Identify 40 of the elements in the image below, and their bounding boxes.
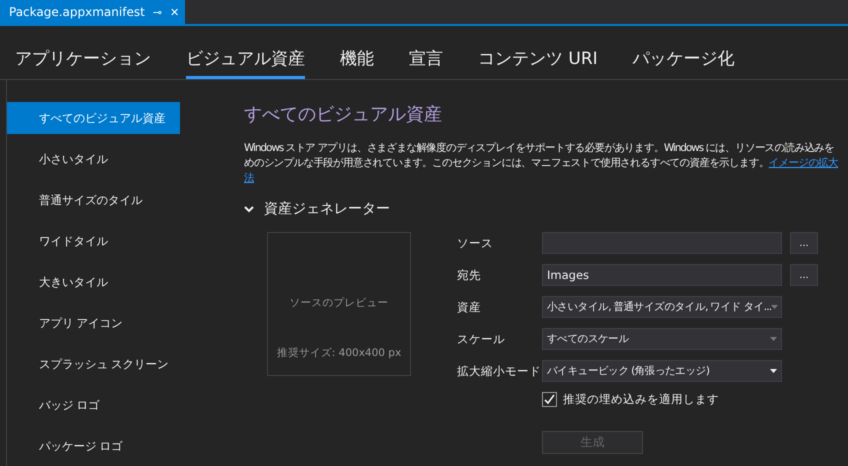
browse-button[interactable]: ... xyxy=(790,264,818,286)
document-tab[interactable]: Package.appxmanifest ⊸ ✕ xyxy=(0,0,186,24)
field-label: 宛先 xyxy=(457,268,482,282)
tab[interactable]: 宣言 xyxy=(409,47,443,79)
text-field[interactable]: Images xyxy=(542,264,782,286)
size-hint: 推奨サイズ: 400x400 px xyxy=(276,346,402,360)
help-link[interactable]: 法 xyxy=(244,172,254,184)
field-label: ソース xyxy=(457,236,494,250)
description-text: めのシンプルな手段が用意されています。このセクションには、マニフェストで使用されるすべての資産を示します。 xyxy=(244,157,769,169)
chevron-icon[interactable] xyxy=(244,204,254,214)
tab[interactable]: コンテンツ URI xyxy=(478,47,598,79)
field-label: 拡大縮小モード xyxy=(457,364,542,378)
sidebar-item[interactable]: 大きいタイル xyxy=(7,266,180,298)
document-tab-title: Package.appxmanifest xyxy=(9,5,145,19)
checkbox[interactable] xyxy=(542,392,557,407)
browse-button[interactable]: ... xyxy=(790,232,818,254)
sidebar-item[interactable]: バッジ ロゴ xyxy=(7,389,180,421)
pin-icon[interactable]: ⊸ xyxy=(152,6,162,18)
sidebar-item[interactable]: 小さいタイル xyxy=(7,143,180,175)
dropdown[interactable]: バイキュービック (角張ったエッジ) xyxy=(542,360,782,382)
tab[interactable]: 機能 xyxy=(340,47,374,79)
tab[interactable]: ビジュアル資産 xyxy=(186,47,305,79)
tab[interactable]: パッケージ化 xyxy=(632,47,735,79)
description-text: Windows ストア アプリは、さまざまな解像度のディスプレイをサポートする必要があります。Windows には、リソースの読み込みを xyxy=(244,142,834,154)
section-title: 資産ジェネレーター xyxy=(264,200,390,218)
sidebar-item[interactable]: パッケージ ロゴ xyxy=(7,430,180,462)
checkbox-label: 推奨の埋め込みを適用します xyxy=(563,392,719,407)
tab[interactable]: アプリケーション xyxy=(15,47,151,79)
preview-label: ソースのプレビュー xyxy=(290,296,388,310)
close-icon[interactable]: ✕ xyxy=(170,6,180,18)
sidebar-item[interactable]: アプリ アイコン xyxy=(7,307,180,339)
page-title: すべてのビジュアル資産 xyxy=(244,103,443,126)
help-link[interactable]: イメージの拡大 xyxy=(768,157,838,169)
field-label: スケール xyxy=(457,332,506,346)
sidebar-item[interactable]: ワイドタイル xyxy=(7,225,180,257)
field-label: 資産 xyxy=(457,300,482,314)
sidebar-item[interactable]: スプラッシュ スクリーン xyxy=(7,348,180,380)
sidebar-item[interactable]: すべてのビジュアル資産 xyxy=(7,102,180,134)
sidebar-item[interactable]: 普通サイズのタイル xyxy=(7,184,180,216)
text-field[interactable] xyxy=(542,232,782,254)
